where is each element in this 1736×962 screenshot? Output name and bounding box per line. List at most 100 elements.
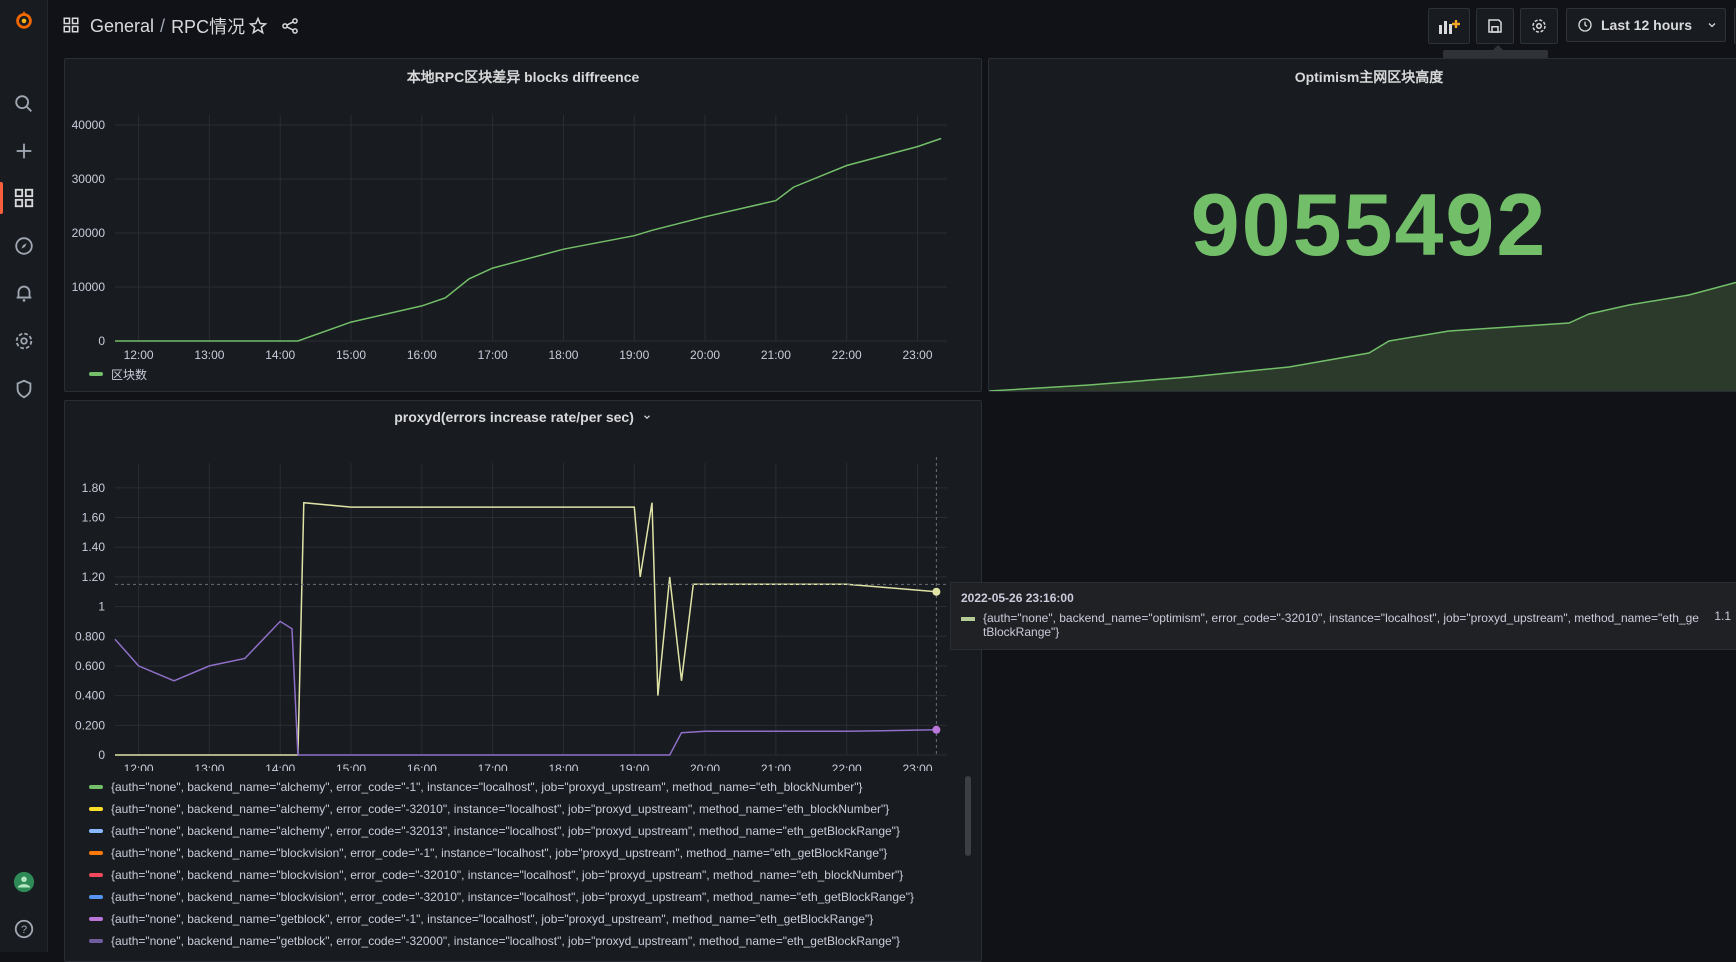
legend-swatch bbox=[89, 807, 103, 811]
share-icon[interactable] bbox=[280, 16, 300, 36]
breadcrumb: General / RPC情况 bbox=[90, 13, 245, 39]
legend-item[interactable]: {auth="none", backend_name="getblock", e… bbox=[89, 908, 914, 930]
breadcrumb-folder-link[interactable]: General bbox=[90, 16, 154, 37]
configuration-gear-icon[interactable] bbox=[0, 321, 47, 361]
x-tick-label: 15:00 bbox=[336, 348, 366, 362]
breadcrumb-dashboard-title[interactable]: RPC情况 bbox=[171, 13, 245, 39]
save-dashboard-button[interactable] bbox=[1476, 8, 1514, 44]
proxyd-errors-chart[interactable]: 0 0.200 0.400 0.600 0.800 1 1.20 1.40 1.60 1.80 12… bbox=[65, 401, 981, 771]
legend-item[interactable]: {auth="none", backend_name="getblock", e… bbox=[89, 930, 914, 952]
x-tick-label: 12:00 bbox=[124, 762, 154, 771]
y-tick-label: 20000 bbox=[72, 226, 106, 240]
y-tick-label: 0.400 bbox=[75, 689, 105, 703]
x-tick-label: 20:00 bbox=[690, 348, 720, 362]
add-panel-button[interactable] bbox=[1428, 8, 1470, 44]
x-tick-label: 21:00 bbox=[761, 762, 791, 771]
y-tick-label: 0 bbox=[98, 748, 105, 762]
x-tick-label: 23:00 bbox=[902, 348, 932, 362]
server-admin-shield-icon[interactable] bbox=[0, 369, 47, 409]
legend-item[interactable]: {auth="none", backend_name="blockvision"… bbox=[89, 842, 914, 864]
legend-swatch bbox=[89, 785, 103, 789]
legend-swatch bbox=[89, 873, 103, 877]
top-navbar: General / RPC情况 Last 12 hours bbox=[48, 0, 1736, 52]
legend-scrollbar[interactable] bbox=[965, 776, 971, 856]
blocks-legend: 区块数 bbox=[89, 363, 147, 385]
y-tick-label: 0.200 bbox=[75, 718, 105, 732]
legend-item[interactable]: 区块数 bbox=[89, 363, 147, 385]
x-tick-label: 21:00 bbox=[761, 348, 791, 362]
x-tick-label: 14:00 bbox=[265, 348, 295, 362]
dashboards-grid-icon[interactable] bbox=[0, 178, 47, 218]
time-range-picker[interactable]: Last 12 hours bbox=[1566, 8, 1726, 42]
legend-swatch bbox=[89, 895, 103, 899]
chevron-down-icon bbox=[1708, 23, 1716, 28]
x-tick-label: 22:00 bbox=[832, 762, 862, 771]
series-line bbox=[115, 501, 937, 756]
x-tick-label: 18:00 bbox=[548, 762, 578, 771]
x-tick-label: 16:00 bbox=[407, 762, 437, 771]
alerting-bell-icon[interactable] bbox=[0, 273, 47, 313]
legend-item[interactable]: {auth="none", backend_name="blockvision"… bbox=[89, 864, 914, 886]
blocks-diff-panel[interactable]: 本地RPC区块差异 blocks diffreence 0 10000 20000 3… bbox=[64, 58, 982, 392]
legend-label: {auth="none", backend_name="alchemy", er… bbox=[111, 780, 863, 794]
hover-point-marker bbox=[932, 587, 941, 596]
legend-label: {auth="none", backend_name="getblock", e… bbox=[111, 912, 874, 926]
user-avatar-icon[interactable] bbox=[0, 862, 47, 902]
x-tick-label: 23:00 bbox=[902, 762, 932, 771]
x-tick-label: 15:00 bbox=[336, 762, 366, 771]
legend-item[interactable]: {auth="none", backend_name="alchemy", er… bbox=[89, 776, 914, 798]
optimism-block-height-panel[interactable]: Optimism主网区块高度 9055492 bbox=[988, 58, 1736, 392]
search-icon[interactable] bbox=[0, 84, 47, 124]
create-plus-icon[interactable] bbox=[0, 131, 47, 171]
legend-label: {auth="none", backend_name="blockvision"… bbox=[111, 846, 888, 860]
y-tick-label: 0 bbox=[98, 334, 105, 348]
sparkline-area bbox=[989, 282, 1736, 391]
time-range-label: Last 12 hours bbox=[1601, 17, 1693, 33]
y-tick-label: 1 bbox=[98, 600, 105, 614]
legend-label: {auth="none", backend_name="blockvision"… bbox=[111, 868, 904, 882]
save-icon bbox=[1488, 19, 1502, 33]
star-icon[interactable] bbox=[248, 16, 268, 36]
legend-item[interactable]: {auth="none", backend_name="alchemy", er… bbox=[89, 820, 914, 842]
legend-label: 区块数 bbox=[111, 367, 148, 382]
legend-label: {auth="none", backend_name="alchemy", er… bbox=[111, 824, 900, 838]
y-tick-label: 30000 bbox=[72, 172, 106, 186]
proxyd-errors-panel[interactable]: proxyd(errors increase rate/per sec) 0 0.… bbox=[64, 400, 982, 962]
blocks-diff-chart[interactable]: 0 10000 20000 30000 40000 12:00 13:00 14:00 15:0… bbox=[65, 59, 981, 391]
hover-value: 1.1 bbox=[1714, 609, 1731, 623]
hover-time: 2022-05-26 23:16:00 bbox=[961, 591, 1074, 605]
x-tick-label: 20:00 bbox=[690, 762, 720, 771]
legend-swatch bbox=[89, 917, 103, 921]
hover-point-marker bbox=[932, 725, 941, 734]
y-tick-label: 1.20 bbox=[82, 570, 106, 584]
sidebar: ? bbox=[0, 0, 48, 952]
x-tick-label: 18:00 bbox=[548, 348, 578, 362]
y-tick-label: 0.600 bbox=[75, 659, 105, 673]
errors-legend: {auth="none", backend_name="alchemy", er… bbox=[89, 776, 914, 952]
hover-label-line2: tBlockRange"} bbox=[983, 625, 1060, 639]
legend-swatch bbox=[89, 829, 103, 833]
legend-item[interactable]: {auth="none", backend_name="blockvision"… bbox=[89, 886, 914, 908]
x-tick-label: 19:00 bbox=[619, 348, 649, 362]
series-line bbox=[115, 137, 942, 342]
x-tick-label: 12:00 bbox=[124, 348, 154, 362]
x-tick-label: 13:00 bbox=[194, 762, 224, 771]
legend-label: {auth="none", backend_name="alchemy", er… bbox=[111, 802, 890, 816]
legend-label: {auth="none", backend_name="blockvision"… bbox=[111, 890, 914, 904]
x-tick-label: 13:00 bbox=[194, 348, 224, 362]
legend-swatch bbox=[89, 372, 103, 376]
explore-compass-icon[interactable] bbox=[0, 226, 47, 266]
dashboard-settings-button[interactable] bbox=[1520, 8, 1558, 44]
gear-icon bbox=[1532, 19, 1546, 33]
y-tick-label: 40000 bbox=[72, 118, 106, 132]
help-icon[interactable]: ? bbox=[0, 909, 47, 949]
series-hover-tooltip: 2022-05-26 23:16:00 {auth="none", backen… bbox=[950, 582, 1736, 650]
x-tick-label: 16:00 bbox=[407, 348, 437, 362]
legend-item[interactable]: {auth="none", backend_name="alchemy", er… bbox=[89, 798, 914, 820]
grafana-logo-icon[interactable] bbox=[0, 0, 47, 40]
y-tick-label: 0.800 bbox=[75, 629, 105, 643]
x-tick-label: 22:00 bbox=[832, 348, 862, 362]
x-tick-label: 17:00 bbox=[478, 762, 508, 771]
x-tick-label: 17:00 bbox=[478, 348, 508, 362]
hover-swatch bbox=[961, 617, 975, 621]
